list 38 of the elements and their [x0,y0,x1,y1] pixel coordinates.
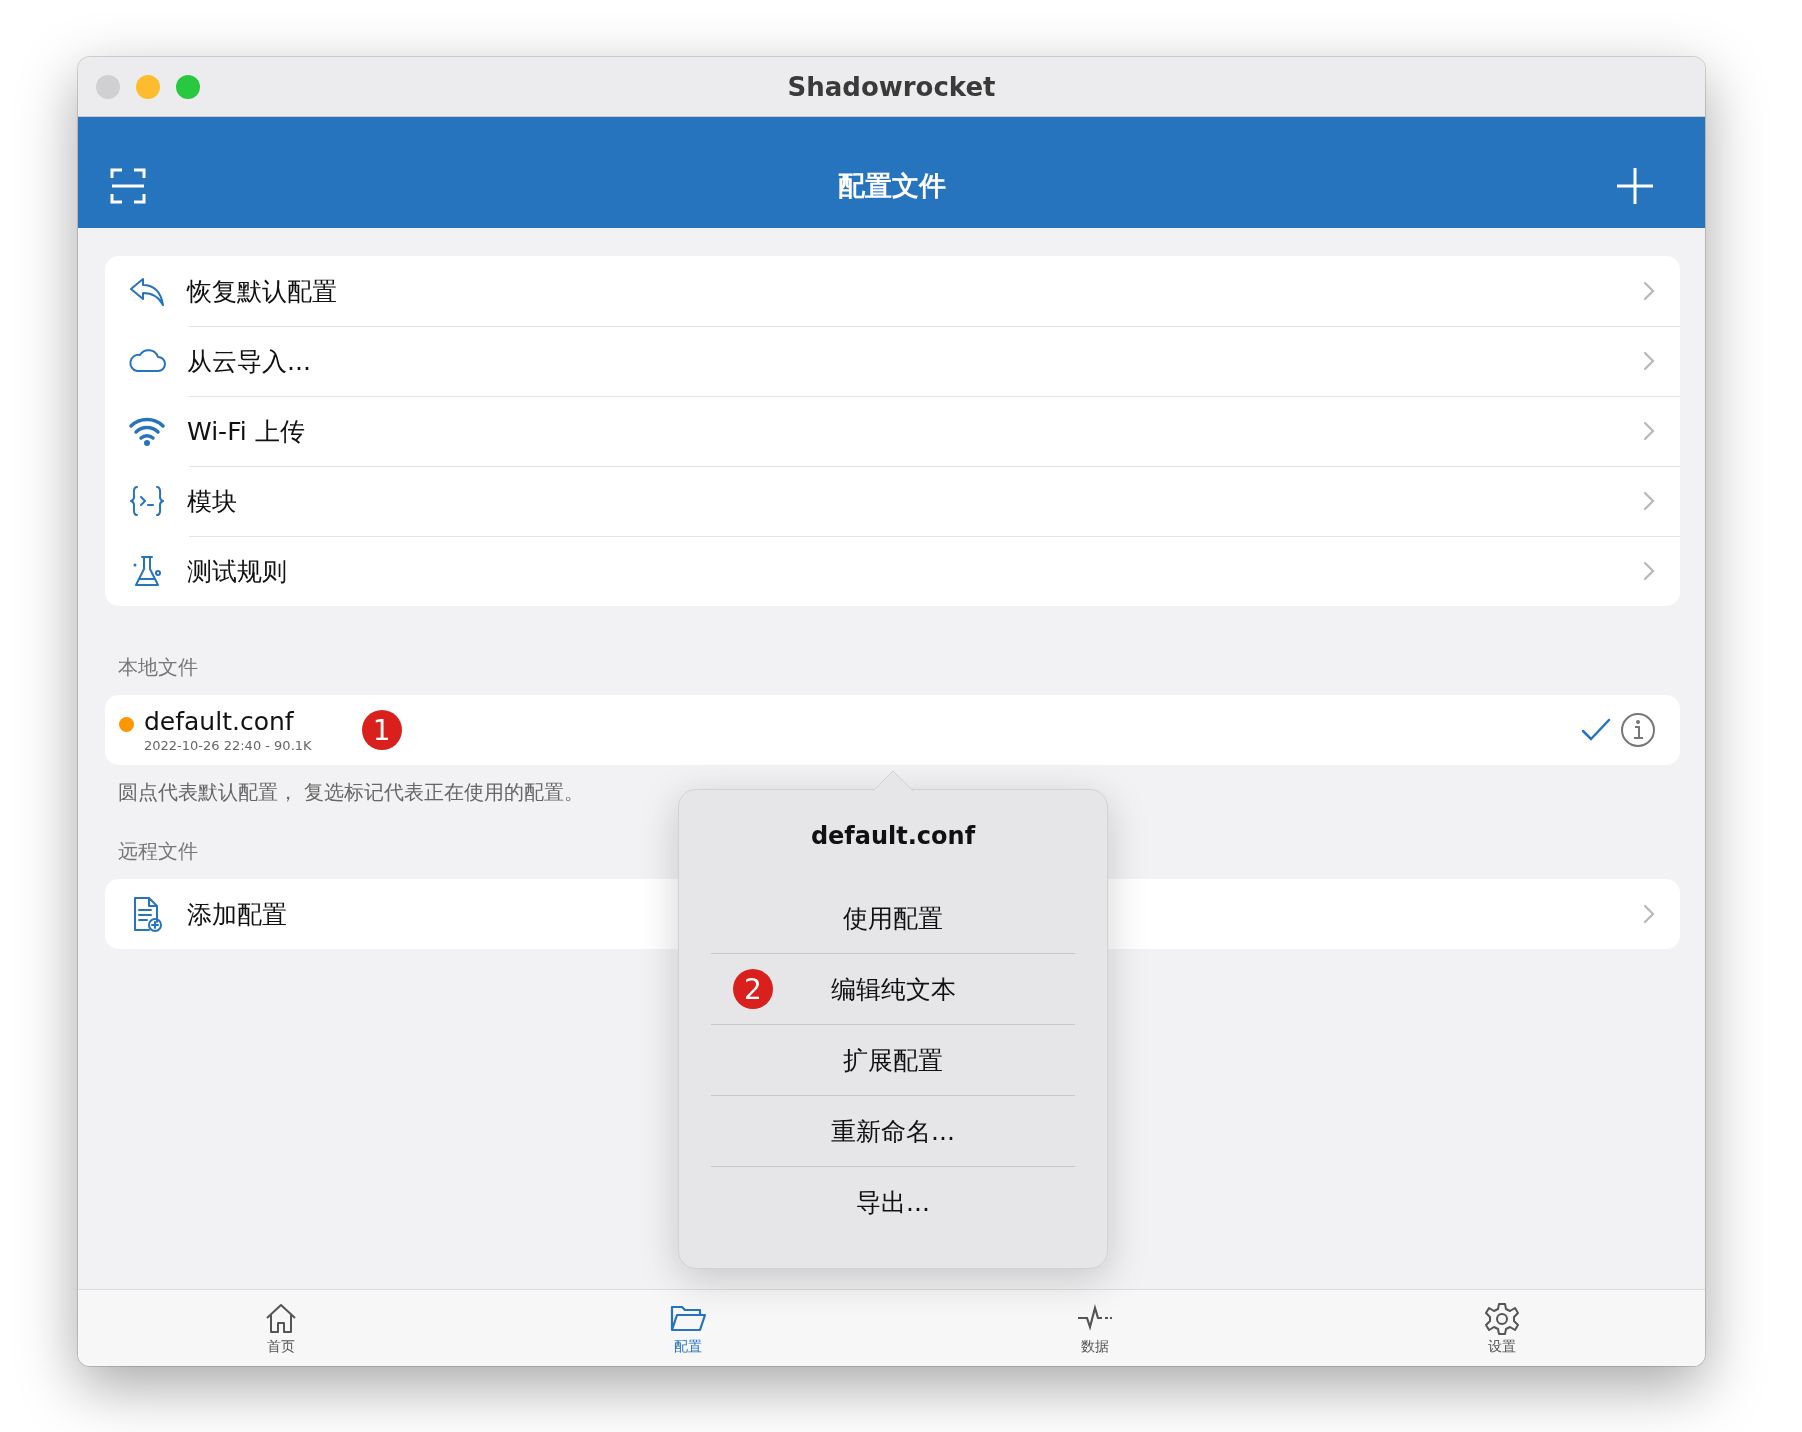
tab[interactable]: 设置 [1298,1290,1705,1366]
file-row[interactable]: default.conf 2022-10-26 22:40 - 90.1K 1 [105,695,1680,765]
row-label: Wi-Fi 上传 [187,415,305,448]
row-label: 从云导入... [187,345,311,378]
tab[interactable]: 数据 [891,1290,1299,1366]
step-number: 1 [361,710,402,750]
list-row[interactable]: 恢复默认配置 [105,256,1680,326]
menu-item[interactable]: 重新命名... [711,1096,1075,1166]
section-header: 本地文件 [118,654,198,681]
list-row[interactable]: 模块 [105,466,1680,536]
list-row[interactable]: Wi-Fi 上传 [105,396,1680,466]
footnote-text: 圆点代表默认配置， 复选标记代表正在使用的配置。 [118,779,585,806]
row-label: 恢复默认配置 [187,275,337,308]
file-name: default.conf [144,707,295,736]
chevron-icon [1642,419,1656,443]
file-meta: 2022-10-26 22:40 - 90.1K [144,738,312,753]
chevron-icon [1642,349,1656,373]
section-header: 远程文件 [118,838,198,865]
popover-title: default.conf [810,822,976,850]
row-label: 模块 [187,485,237,518]
list-row[interactable]: 从云导入... [105,326,1680,396]
step-number: 2 [733,969,773,1009]
list-row[interactable]: 测试规则 [105,536,1680,606]
add-icon[interactable] [1615,165,1655,206]
tab[interactable]: 首页 [78,1290,485,1366]
tab[interactable]: 配置 [484,1290,892,1366]
info-icon[interactable] [1620,712,1656,748]
page-title: 配置文件 [837,168,946,203]
chevron-icon [1642,489,1656,513]
menu-item[interactable]: 导出... [711,1167,1075,1237]
menu-item[interactable]: 使用配置 [711,883,1075,953]
chevron-icon [1642,902,1656,926]
row-label: 测试规则 [187,555,287,588]
chevron-icon [1642,559,1656,583]
window-title: Shadowrocket [787,71,996,102]
menu-item[interactable]: 扩展配置 [711,1025,1075,1095]
row-label[interactable]: 添加配置 [187,897,287,931]
chevron-icon [1642,279,1656,303]
